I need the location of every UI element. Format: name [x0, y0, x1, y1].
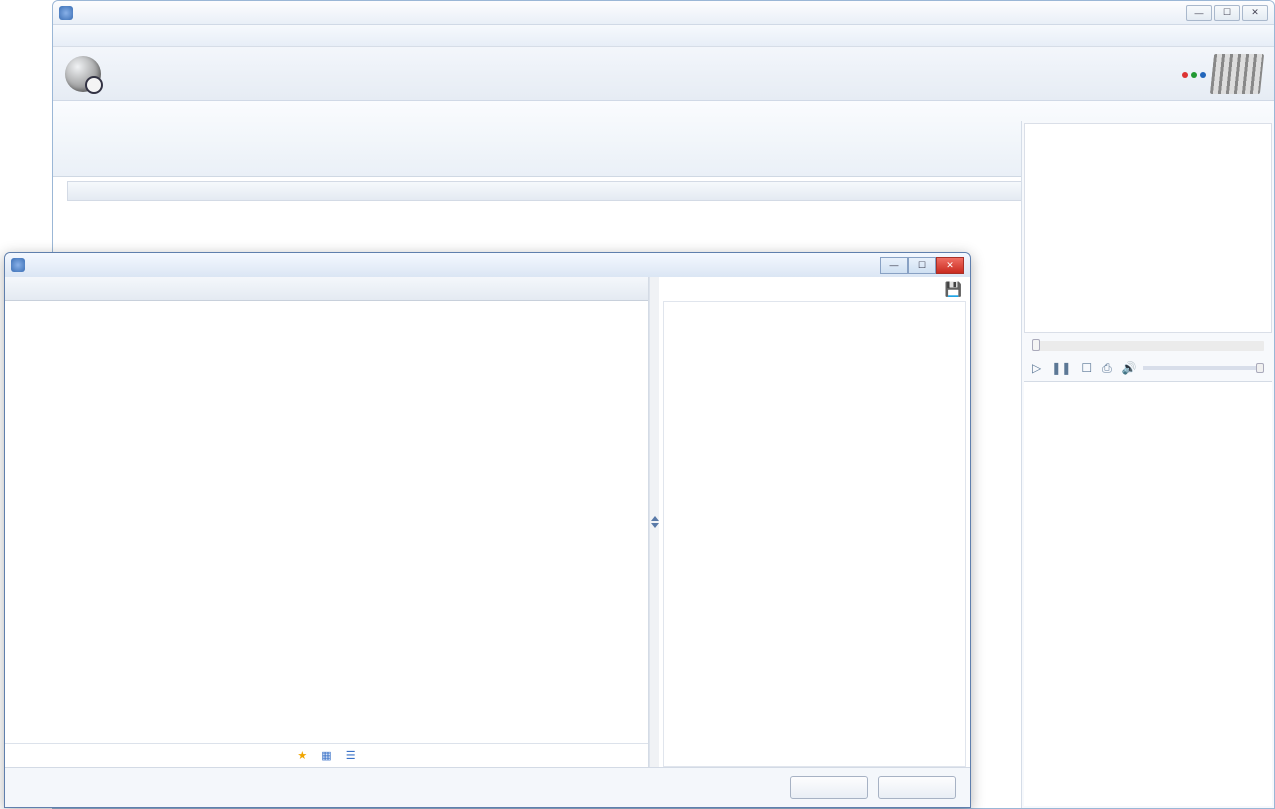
film-strip-icon	[1210, 54, 1264, 94]
video-settings-dialog: — ☐ ✕ ★ ▦ ☰ 💾	[4, 252, 971, 808]
dialog-titlebar[interactable]: — ☐ ✕	[5, 253, 970, 277]
save-icon[interactable]: 💾	[945, 281, 962, 298]
right-properties	[1024, 381, 1272, 806]
snapshot-icon[interactable]: ⎙	[1102, 361, 1112, 376]
preview-area	[1024, 123, 1272, 333]
play-icon[interactable]: ▷	[1032, 361, 1041, 375]
pause-icon[interactable]: ❚❚	[1051, 361, 1071, 375]
dialog-footer	[5, 767, 970, 807]
menubar	[53, 25, 1274, 47]
dialog-left: ★ ▦ ☰	[5, 277, 649, 767]
main-titlebar[interactable]: — ☐ ✕	[53, 1, 1274, 25]
profile-tabs	[5, 277, 648, 301]
dialog-properties	[663, 301, 966, 767]
dialog-minimize-button[interactable]: —	[880, 257, 908, 274]
cancel-button[interactable]	[878, 776, 956, 799]
seek-slider[interactable]	[1032, 341, 1264, 351]
view-switcher: ★ ▦ ☰	[5, 743, 648, 767]
dialog-maximize-button[interactable]: ☐	[908, 257, 936, 274]
ok-button[interactable]	[790, 776, 868, 799]
profile-grid	[5, 301, 648, 743]
splitter[interactable]	[649, 277, 659, 767]
dialog-close-button[interactable]: ✕	[936, 257, 964, 274]
maximize-button[interactable]: ☐	[1214, 5, 1240, 21]
minimize-button[interactable]: —	[1186, 5, 1212, 21]
close-button[interactable]: ✕	[1242, 5, 1268, 21]
film-reel-icon	[65, 56, 101, 92]
app-icon	[59, 6, 73, 20]
grid-small-icon[interactable]: ▦	[321, 749, 331, 762]
brand-logo	[1179, 65, 1206, 82]
stop-icon[interactable]: ☐	[1081, 361, 1092, 375]
volume-icon[interactable]: 🔊	[1122, 361, 1137, 375]
dialog-icon	[11, 258, 25, 272]
volume-slider[interactable]	[1143, 366, 1264, 370]
media-controls: ▷ ❚❚ ☐ ⎙ 🔊	[1022, 357, 1274, 379]
right-panel: ▷ ❚❚ ☐ ⎙ 🔊	[1021, 121, 1274, 808]
banner	[53, 47, 1274, 101]
dialog-right: 💾	[659, 277, 970, 767]
list-icon[interactable]: ☰	[346, 749, 356, 762]
star-icon[interactable]: ★	[297, 749, 307, 762]
